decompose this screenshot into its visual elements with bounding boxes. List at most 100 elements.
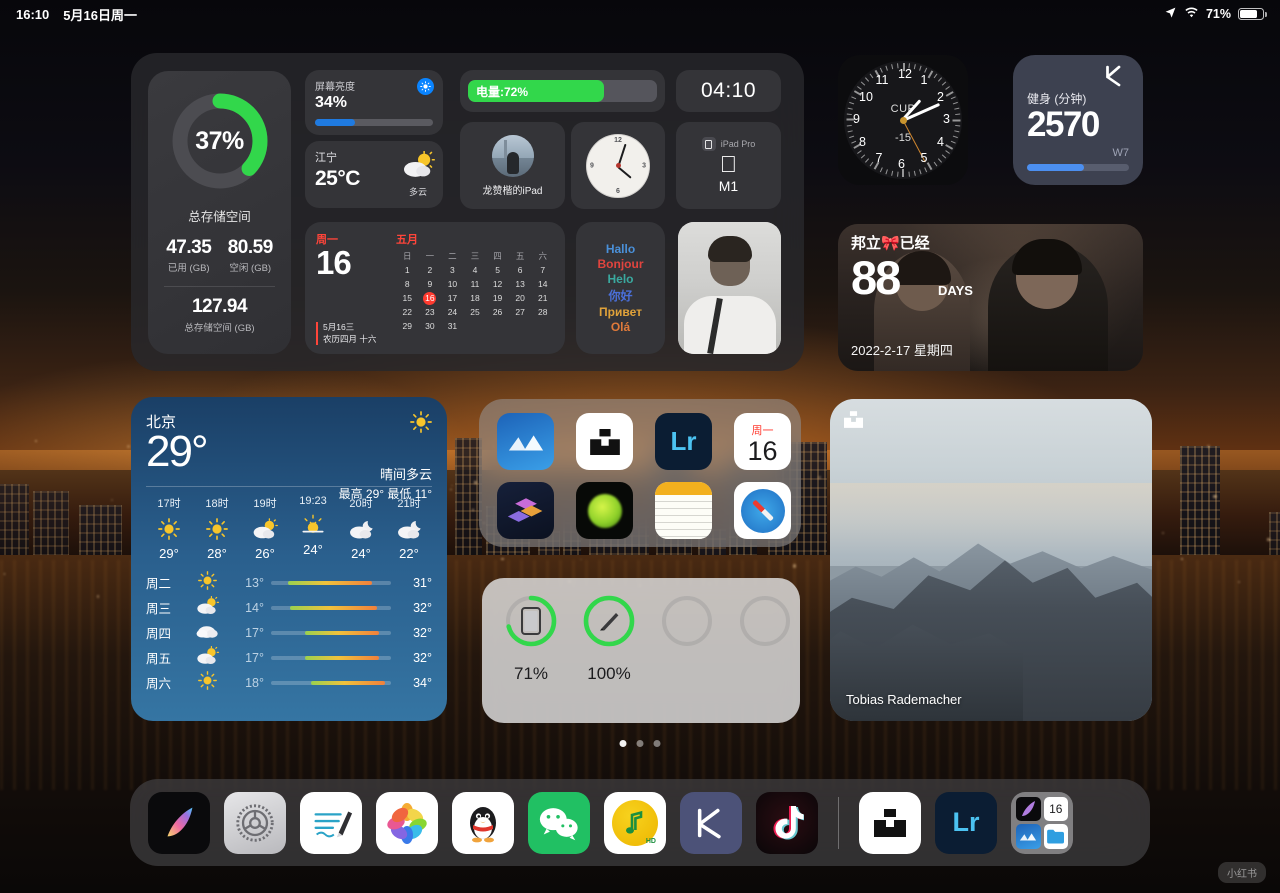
clock-number: 11 xyxy=(875,73,889,88)
dock-app-qq-app[interactable] xyxy=(452,791,514,854)
dock-app-tiktok-app[interactable] xyxy=(756,791,818,854)
dock-app-keep-app[interactable] xyxy=(680,791,742,854)
page-indicator[interactable] xyxy=(619,740,661,747)
dock-app-notability-app[interactable] xyxy=(300,791,362,854)
app-icon-calendar-app[interactable]: 周一 16 xyxy=(734,413,791,470)
fitness-widget[interactable]: 健身 (分钟) 2570 W7 xyxy=(1013,55,1143,185)
calendar-day-cell[interactable]: 29 xyxy=(396,320,419,333)
app-icon-shortcuts-app[interactable] xyxy=(497,482,554,539)
dock-app-photos-app[interactable] xyxy=(376,791,438,854)
calendar-day-cell[interactable]: 1 xyxy=(396,264,419,277)
weather-daily-list[interactable]: 周二 13° 31° 周三 14° 32° 周四 17° 32° 周五 17° 32° 周六 18° 34° xyxy=(146,570,432,695)
storage-free: 80.59 空闲 (GB) xyxy=(227,237,274,274)
clock-center-pin xyxy=(899,116,907,124)
calendar-day-cell[interactable]: 14 xyxy=(531,278,554,291)
storage-ring: 37% xyxy=(168,89,272,193)
fitness-progress-bar xyxy=(1027,164,1129,171)
calendar-day-cell[interactable]: 6 xyxy=(509,264,532,277)
storage-percent: 37% xyxy=(195,126,244,155)
calendar-day-cell[interactable]: 23 xyxy=(419,306,442,319)
dock[interactable]: HD Lr 16 xyxy=(130,779,1150,866)
calendar-day-cell[interactable]: 19 xyxy=(486,292,509,305)
calendar-day-cell[interactable]: 30 xyxy=(419,320,442,333)
battery-ring-svg xyxy=(740,596,790,646)
app-icon-unsplash-app[interactable] xyxy=(576,413,633,470)
calendar-day-cell[interactable]: 11 xyxy=(464,278,487,291)
storage-title: 总存储空间 xyxy=(188,210,251,224)
calendar-day-cell[interactable]: 3 xyxy=(441,264,464,277)
storage-free-value: 80.59 xyxy=(227,237,274,258)
countdown-photo-widget[interactable]: 邦立🎀已经 88 DAYS 2022-2-17 星期四 xyxy=(838,224,1143,371)
page-dot[interactable] xyxy=(653,740,661,747)
calendar-day-cell[interactable]: 22 xyxy=(396,306,419,319)
app-icon-mountains-app[interactable] xyxy=(497,413,554,470)
clock-tick xyxy=(885,65,888,71)
unsplash-photo-widget[interactable]: Tobias Rademacher xyxy=(830,399,1152,721)
calendar-day-cell[interactable]: 26 xyxy=(486,306,509,319)
dock-app-procreate-app[interactable] xyxy=(148,791,210,854)
calendar-month: 五月 xyxy=(396,234,418,246)
weather-hourly-list[interactable]: 17时 29° 18时 28° 19时 26° 19:23 24° 20时 24° 21时 22° xyxy=(146,495,432,561)
calendar-day-cell[interactable]: 31 xyxy=(441,320,464,333)
calendar-day: 16 xyxy=(316,244,352,281)
weather-day-high: 34° xyxy=(413,675,432,690)
calendar-day-cell[interactable]: 28 xyxy=(531,306,554,319)
calendar-day-cell[interactable]: 21 xyxy=(531,292,554,305)
page-dot[interactable] xyxy=(619,740,627,747)
brightness-widget[interactable]: 屏幕亮度 34% xyxy=(305,70,443,135)
status-battery-percent: 71% xyxy=(1205,7,1231,21)
calendar-day-cell[interactable]: 7 xyxy=(531,264,554,277)
calendar-day-cell[interactable]: 27 xyxy=(509,306,532,319)
calendar-day-cell[interactable]: 20 xyxy=(509,292,532,305)
calendar-day-cell[interactable]: 10 xyxy=(441,278,464,291)
world-clock-widget[interactable]: CUP -15 12 1 2 3 4 5 6 7 8 9 10 11 xyxy=(838,55,968,185)
calendar-day-cell[interactable]: 9 xyxy=(419,278,442,291)
calendar-day-cell[interactable]: 4 xyxy=(464,264,487,277)
battery-bar-widget[interactable]: 电量:72% xyxy=(460,70,665,112)
calendar-widget[interactable]: 周一 16 5月16三 农历四月 十六 五月 日一二三四五六1234567891… xyxy=(305,222,565,354)
app-icon-lightroom-app[interactable]: Lr xyxy=(655,413,712,470)
countdown-unit: DAYS xyxy=(938,283,973,298)
calendar-day-cell[interactable]: 15 xyxy=(396,292,419,305)
calendar-day-cell[interactable]: 8 xyxy=(396,278,419,291)
page-dot[interactable] xyxy=(636,740,644,747)
calendar-day-cell[interactable]: 16 xyxy=(419,292,442,305)
app-icon-safari-app[interactable] xyxy=(734,482,791,539)
calendar-day-cell[interactable]: 12 xyxy=(486,278,509,291)
brightness-slider[interactable] xyxy=(315,119,433,126)
calendar-day-cell[interactable]: 2 xyxy=(419,264,442,277)
calendar-day-cell[interactable]: 24 xyxy=(441,306,464,319)
portrait-photo-widget[interactable] xyxy=(678,222,781,354)
weather-widget[interactable]: 北京 29° 晴间多云 最高 29° 最低 11° 17时 29° 18时 28° 19… xyxy=(131,397,447,721)
device-chip-widget[interactable]: iPad Pro  M1 xyxy=(676,122,781,209)
app-folder[interactable]: Lr 周一 16 xyxy=(479,399,801,547)
battery-rings-widget[interactable]: 71% 100% xyxy=(482,578,800,723)
weather-hour-item: 20时 24° xyxy=(338,495,384,561)
calendar-day-cell[interactable]: 25 xyxy=(464,306,487,319)
weather-small-widget[interactable]: 江宁 25°C 多云 xyxy=(305,141,443,208)
digital-clock-widget[interactable]: 04:10 xyxy=(676,70,781,112)
greeting-widget[interactable]: Hallo Bonjour Helo 你好 Привет Olá xyxy=(576,222,665,354)
app-icon-green-orb-app[interactable] xyxy=(576,482,633,539)
calendar-grid[interactable]: 日一二三四五六 1 2 3 4 5 6 7 8 9 10 11 12 13 14 15 16 17 18 19 20 21… xyxy=(396,250,554,333)
calendar-day-cell[interactable]: 13 xyxy=(509,278,532,291)
clock-tick xyxy=(846,124,852,127)
dock-recent-lightroom-app[interactable]: Lr xyxy=(935,791,997,854)
dock-app-wechat-app[interactable] xyxy=(528,791,590,854)
storage-widget[interactable]: 37% 总存储空间 47.35 已用 (GB) 80.59 空闲 (GB) 12… xyxy=(148,71,291,354)
clock-tick xyxy=(933,161,938,167)
calendar-dow-header: 二 xyxy=(448,251,457,261)
dock-app-settings-app[interactable] xyxy=(224,791,286,854)
app-icon-notes-app[interactable] xyxy=(655,482,712,539)
calendar-day-cell[interactable]: 18 xyxy=(464,292,487,305)
weather-hour-icon-sunny xyxy=(194,518,240,540)
dock-recent-unsplash-app[interactable] xyxy=(859,791,921,854)
calendar-day-cell[interactable]: 5 xyxy=(486,264,509,277)
dock-app-qq-music-app[interactable]: HD xyxy=(604,791,666,854)
analog-clock-small-widget[interactable]: 12 3 6 9 xyxy=(571,122,665,209)
brightness-icon xyxy=(417,78,434,95)
clock-tick xyxy=(945,91,954,97)
dock-recent-apps-folder[interactable]: 16 xyxy=(1011,791,1073,854)
device-name-widget[interactable]: 龙赞楷的iPad xyxy=(460,122,565,209)
calendar-day-cell[interactable]: 17 xyxy=(441,292,464,305)
